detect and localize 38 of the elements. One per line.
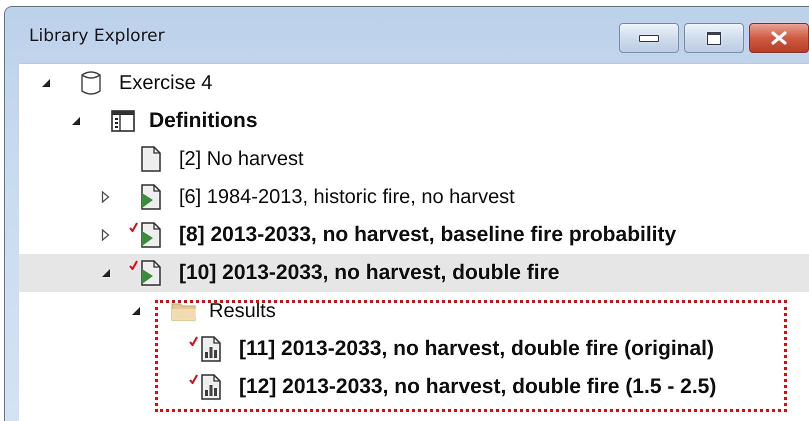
tree-item-label: [12] 2013-2033, no harvest, double fire (1.5 - 2.5): [239, 375, 716, 399]
database-icon: [81, 70, 101, 96]
tree-row[interactable]: [2] No harvest: [19, 140, 809, 178]
tree-row[interactable]: [12] 2013-2033, no harvest, double fire (1.5 - 2.5): [19, 368, 809, 406]
window-title: Library Explorer: [29, 26, 165, 46]
tree-item-label: [10] 2013-2033, no harvest, double fire: [179, 261, 560, 285]
chart-document-icon: [201, 374, 221, 400]
expand-icon[interactable]: [101, 191, 110, 203]
play-document-icon: [141, 184, 161, 210]
expand-icon[interactable]: [101, 229, 110, 241]
tree-item-label: [11] 2013-2033, no harvest, double fire (original): [239, 337, 714, 361]
tree-row-selected[interactable]: [10] 2013-2033, no harvest, double fire: [19, 254, 809, 292]
tree-item-label: [6] 1984-2013, historic fire, no harvest: [179, 186, 515, 208]
play-document-icon: [141, 222, 161, 248]
tree-row[interactable]: [8] 2013-2033, no harvest, baseline fire probability: [19, 216, 809, 254]
minimize-button[interactable]: [619, 23, 679, 53]
list-window-icon: [111, 110, 135, 132]
tree-item-label: Definitions: [149, 109, 258, 133]
tree-item-label: Results: [209, 300, 276, 322]
chart-document-icon: [201, 336, 221, 362]
play-document-icon: [141, 260, 161, 286]
document-icon: [141, 146, 161, 172]
tree-row[interactable]: Exercise 4: [19, 64, 809, 102]
tree-item-label: [2] No harvest: [179, 148, 304, 170]
tree-row[interactable]: Definitions: [19, 102, 809, 140]
tree-row[interactable]: [6] 1984-2013, historic fire, no harvest: [19, 178, 809, 216]
tree-item-label: Exercise 4: [119, 72, 212, 94]
collapse-icon[interactable]: [131, 306, 141, 316]
tree-item-label: [8] 2013-2033, no harvest, baseline fire probability: [179, 223, 676, 247]
collapse-icon[interactable]: [71, 116, 81, 126]
collapse-icon[interactable]: [41, 78, 51, 88]
folder-icon: [171, 301, 197, 321]
tree-row[interactable]: [11] 2013-2033, no harvest, double fire (original): [19, 330, 809, 368]
maximize-button[interactable]: [684, 23, 744, 53]
close-icon: [770, 31, 788, 45]
tree-row[interactable]: Results: [19, 292, 809, 330]
close-button[interactable]: [749, 23, 809, 53]
collapse-icon[interactable]: [101, 268, 111, 278]
